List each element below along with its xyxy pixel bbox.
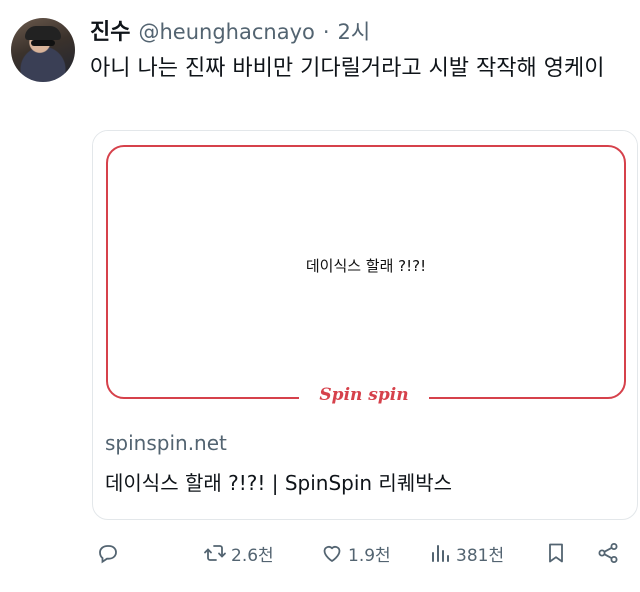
separator-dot: · — [322, 20, 330, 44]
retweet-icon — [204, 545, 226, 561]
spinspin-logo: Spin spin — [299, 383, 429, 407]
display-name[interactable]: 진수 — [90, 14, 130, 46]
share-button[interactable] — [596, 535, 620, 571]
link-card[interactable]: 데이식스 할래 ?!?! Spin spin spinspin.net 데이식스… — [92, 130, 638, 520]
bookmark-button[interactable] — [544, 535, 568, 571]
avatar[interactable] — [11, 18, 75, 82]
retweet-button[interactable]: 2.6천 — [203, 535, 274, 571]
timestamp[interactable]: 2시 — [338, 16, 371, 46]
reply-icon — [99, 545, 117, 564]
like-count: 1.9천 — [348, 545, 391, 566]
user-handle[interactable]: @heunghacnayo — [138, 20, 314, 44]
avatar-hat — [25, 26, 61, 40]
views-button[interactable]: 381천 — [428, 535, 504, 571]
card-title: 데이식스 할래 ?!?! | SpinSpin 리퀘박스 — [105, 471, 453, 495]
reply-button[interactable] — [96, 535, 120, 571]
card-image-text: 데이식스 할래 ?!?! — [305, 257, 427, 275]
action-bar: 2.6천 1.9천 381천 — [0, 535, 640, 571]
views-icon — [432, 545, 449, 562]
card-domain: spinspin.net — [105, 431, 227, 455]
views-count: 381천 — [456, 545, 505, 566]
bookmark-icon — [549, 543, 563, 563]
heart-icon — [323, 545, 341, 562]
tweet-text: 아니 나는 진짜 바비만 기다릴거라고 시발 작작해 영케이 — [90, 56, 605, 81]
retweet-count: 2.6천 — [231, 545, 274, 566]
tweet-header: 진수 @heunghacnayo · 2시 — [90, 14, 370, 46]
card-image[interactable]: 데이식스 할래 ?!?! Spin spin — [93, 131, 637, 415]
card-image-frame: 데이식스 할래 ?!?! — [106, 145, 626, 399]
share-icon — [598, 543, 618, 563]
like-button[interactable]: 1.9천 — [320, 535, 391, 571]
avatar-glasses — [31, 40, 55, 46]
